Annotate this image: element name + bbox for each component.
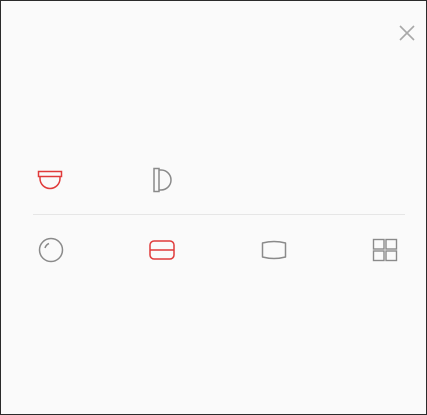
display-panorama-split-button[interactable]: [145, 234, 179, 266]
close-icon: [399, 25, 415, 41]
wall-mount-icon: [153, 167, 172, 193]
display-fisheye-button[interactable]: [35, 234, 67, 266]
mount-ceiling-button[interactable]: [34, 165, 66, 195]
mount-wall-button[interactable]: [146, 164, 178, 196]
ceiling-mount-icon: [37, 170, 63, 190]
display-panorama-button[interactable]: [257, 234, 291, 266]
panorama-split-icon: [149, 240, 175, 260]
fisheye-mode-panel: [0, 0, 427, 415]
divider: [33, 214, 405, 215]
panorama-icon: [261, 240, 287, 260]
quad-view-icon: [372, 238, 398, 262]
fisheye-circle-icon: [38, 237, 64, 263]
close-button[interactable]: [395, 21, 419, 45]
display-quad-button[interactable]: [369, 234, 401, 266]
